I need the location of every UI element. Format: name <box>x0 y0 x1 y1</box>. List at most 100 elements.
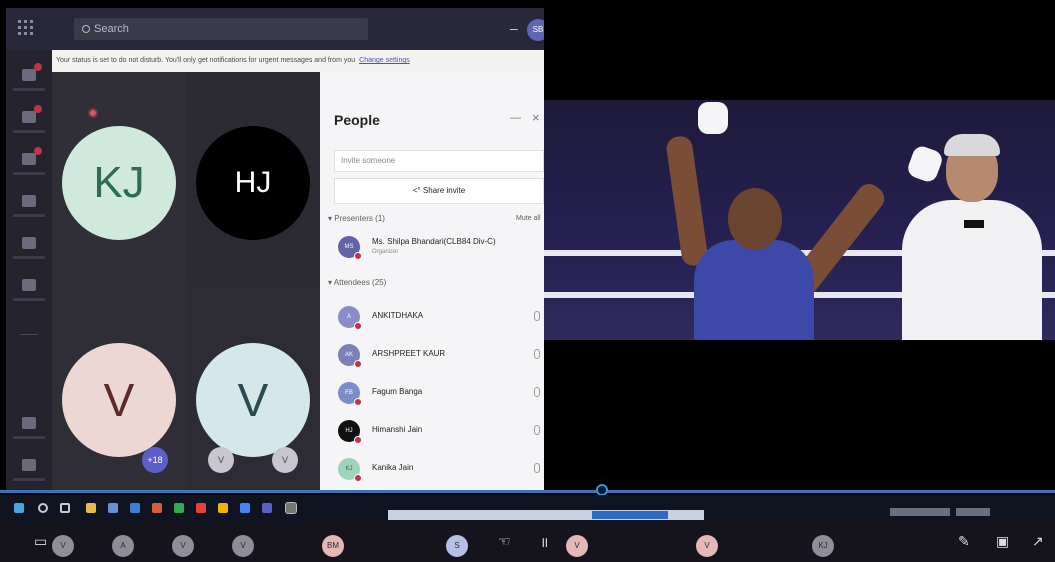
bell-icon <box>22 69 36 81</box>
participant-strip: ▭ V A V V BM S ☜ ॥ V V KJ ✎ ▣ ↗ <box>0 523 1055 562</box>
system-tray[interactable] <box>890 508 950 516</box>
rail-label <box>13 478 45 481</box>
app-launcher-icon[interactable] <box>18 20 34 36</box>
boxer-figure <box>694 240 814 340</box>
rail-label <box>13 88 45 91</box>
folder-icon[interactable] <box>86 503 96 513</box>
start-icon[interactable] <box>14 503 24 513</box>
boxer-head <box>728 188 782 250</box>
close-icon[interactable]: × <box>532 110 540 125</box>
avatar[interactable]: S <box>446 535 468 557</box>
avatar[interactable]: BM <box>322 535 344 557</box>
mail-icon[interactable] <box>130 503 140 513</box>
avatar[interactable]: V <box>232 535 254 557</box>
rail-item-apps[interactable] <box>13 414 45 439</box>
participant-tile[interactable]: HJ <box>186 72 320 281</box>
clock[interactable] <box>956 508 990 516</box>
presenters-header[interactable]: ▾ Presenters (1) <box>328 214 385 223</box>
pen-icon[interactable]: ✎ <box>958 533 970 550</box>
overflow-avatar[interactable]: V <box>272 447 298 473</box>
search-icon[interactable] <box>38 503 48 513</box>
avatar[interactable]: V <box>172 535 194 557</box>
participant-tile[interactable]: KJ <box>52 72 186 281</box>
rail-label <box>13 298 45 301</box>
presence-icon <box>354 360 362 368</box>
change-settings-link[interactable]: Change settings <box>359 57 410 64</box>
person-name: ANKITDHAKA <box>372 311 424 320</box>
loading-bar <box>388 510 704 520</box>
presence-icon <box>354 474 362 482</box>
minimize-button[interactable]: – <box>510 20 518 36</box>
search-placeholder: Search <box>94 23 129 35</box>
rail-label <box>13 130 45 133</box>
share-invite-button[interactable]: <° Share invite <box>334 178 544 204</box>
mute-all-link[interactable]: Mute all <box>516 215 541 222</box>
bowtie <box>964 220 984 228</box>
avatar-initials: HJ <box>345 428 353 434</box>
presence-icon <box>354 322 362 330</box>
chat-icon[interactable]: ▭ <box>34 533 47 550</box>
task-view-icon[interactable] <box>60 503 70 513</box>
raise-hand-icon[interactable]: ☜ <box>498 533 511 550</box>
notification-badge <box>34 63 42 71</box>
avatar[interactable]: V <box>566 535 588 557</box>
title-bar: Search – SB <box>6 8 544 50</box>
status-banner: Your status is set to do not disturb. Yo… <box>52 50 544 72</box>
list-item[interactable]: FB Fagum Banga <box>338 378 544 408</box>
avatar-initials: KJ <box>345 466 353 472</box>
attendees-header[interactable]: ▾ Attendees (25) <box>328 278 386 287</box>
pause-icon[interactable]: ॥ <box>540 533 548 552</box>
avatar[interactable]: V <box>696 535 718 557</box>
rail-item-assignments[interactable] <box>13 192 45 217</box>
panel-more-icon[interactable]: — <box>510 112 521 124</box>
list-item[interactable]: AK ARSHPREET KAUR <box>338 340 544 370</box>
browser-icon[interactable] <box>152 503 162 513</box>
help-icon <box>22 459 36 471</box>
app-icon[interactable] <box>174 503 184 513</box>
loading-bar-fill <box>592 511 668 519</box>
rail-label <box>13 436 45 439</box>
rail-divider <box>20 334 38 335</box>
avatar[interactable]: KJ <box>812 535 834 557</box>
presence-icon <box>354 398 362 406</box>
expand-icon[interactable]: ↗ <box>1032 533 1044 550</box>
list-item[interactable]: A ANKITDHAKA <box>338 302 544 332</box>
app-icon[interactable] <box>196 503 206 513</box>
caption-icon[interactable]: ▣ <box>996 533 1009 550</box>
app-icon[interactable] <box>218 503 228 513</box>
rail-item-calendar[interactable] <box>13 234 45 259</box>
list-item[interactable]: KJ Kanika Jain <box>338 454 544 484</box>
app-icon[interactable] <box>285 502 297 514</box>
search-icon <box>82 25 90 33</box>
shared-video[interactable] <box>544 100 1055 340</box>
assignments-icon <box>22 195 36 207</box>
avatar[interactable]: SB <box>527 19 544 41</box>
rail-item-help[interactable] <box>13 456 45 481</box>
teams-taskbar-icon[interactable] <box>262 503 272 513</box>
rail-item-teams[interactable] <box>13 147 45 175</box>
store-icon[interactable] <box>108 503 118 513</box>
rail-item-activity[interactable] <box>13 63 45 91</box>
list-item[interactable]: MS Ms. Shilpa Bhandari(CLB84 Div-C) Orga… <box>338 232 544 262</box>
video-progress-bar[interactable] <box>0 490 1055 493</box>
phone-icon <box>22 279 36 291</box>
avatar[interactable]: V <box>52 535 74 557</box>
avatar[interactable]: A <box>112 535 134 557</box>
participant-tile[interactable]: V <box>186 281 320 490</box>
rail-item-calls[interactable] <box>13 276 45 301</box>
participant-avatar: KJ <box>62 126 176 240</box>
app-icon[interactable] <box>240 503 250 513</box>
list-item[interactable]: HJ Himanshi Jain <box>338 416 544 446</box>
mic-icon <box>534 463 540 473</box>
person-name: ARSHPREET KAUR <box>372 349 446 358</box>
person-name: Fagum Banga <box>372 387 423 396</box>
share-icon: <° <box>412 186 423 195</box>
more-participants-badge[interactable]: +18 <box>142 447 168 473</box>
notification-badge <box>34 147 42 155</box>
invite-input[interactable]: Invite someone <box>334 150 544 172</box>
rail-item-chat[interactable] <box>13 105 45 133</box>
overflow-avatar[interactable]: V <box>208 447 234 473</box>
participant-avatar: HJ <box>196 126 310 240</box>
search-input[interactable]: Search <box>74 18 368 40</box>
mic-icon <box>534 311 540 321</box>
